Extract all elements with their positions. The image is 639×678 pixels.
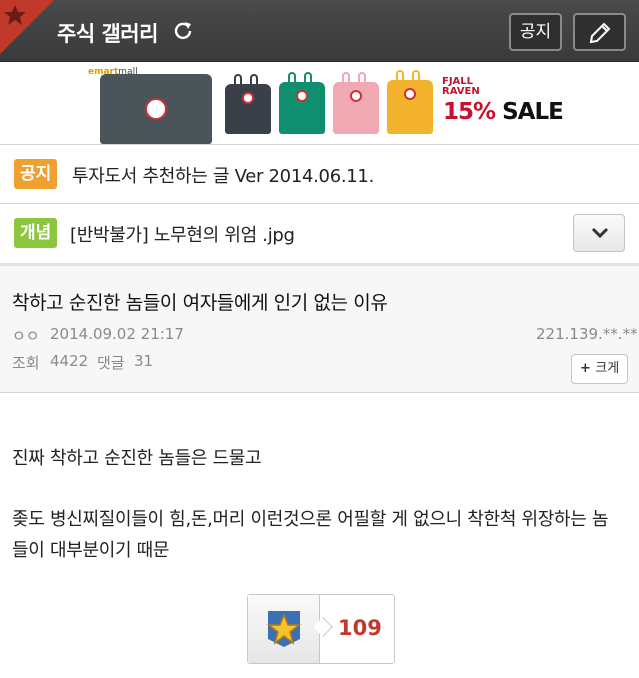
body-paragraph-1: 진짜 착하고 순진한 놈들은 드물고 <box>12 448 262 469</box>
backpack-image-1 <box>100 74 212 144</box>
expand-notices-button[interactable] <box>573 214 625 252</box>
views-count: 4422 <box>50 352 89 370</box>
ad-banner[interactable]: emartmall FJALL RAVEN 15% SALE <box>0 62 639 144</box>
recommend-button[interactable]: 109 <box>247 594 395 664</box>
post-body: 진짜 착하고 순진한 놈들은 드물고 좆도 병신찌질이들이 힘,돈,머리 이런것… <box>0 393 639 678</box>
favorite-star-icon[interactable] <box>0 0 54 54</box>
page-title[interactable]: 주식 갤러리 <box>57 18 158 48</box>
backpack-image-2 <box>225 74 271 134</box>
post-ip: 221.139.**.** <box>536 325 638 343</box>
concept-row[interactable]: 개념 [반박불가] 노무현의 위엄 .jpg <box>0 203 639 263</box>
views-label: 조회 <box>12 354 40 372</box>
star-icon <box>266 611 302 647</box>
post-title: 착하고 순진한 놈들이 여자들에게 인기 없는 이유 <box>12 292 388 314</box>
concept-title[interactable]: [반박불가] 노무현의 위엄 .jpg <box>70 221 295 247</box>
notice-row[interactable]: 공지 투자도서 추천하는 글 Ver 2014.06.11. <box>0 144 639 203</box>
write-button[interactable] <box>573 13 626 51</box>
body-paragraph-2-line-1: 좆도 병신찌질이들이 힘,돈,머리 이런것으론 어필할 게 없으니 착한척 위장… <box>12 509 609 530</box>
bigger-label: 크게 <box>595 361 620 376</box>
top-bar: 주식 갤러리 공지 <box>0 0 639 62</box>
post-header: 착하고 순진한 놈들이 여자들에게 인기 없는 이유 ㅇㅇ 2014.09.02… <box>0 263 639 393</box>
backpack-image-3 <box>279 72 325 134</box>
font-bigger-button[interactable]: + 크게 <box>571 354 628 384</box>
pencil-icon <box>589 22 611 44</box>
chevron-down-icon <box>591 227 609 239</box>
brand-logo: FJALL RAVEN <box>442 76 480 97</box>
recommend-count: 109 <box>338 616 382 640</box>
backpack-image-4 <box>333 72 379 134</box>
notice-button[interactable]: 공지 <box>509 13 562 51</box>
post-author[interactable]: ㅇㅇ <box>12 325 40 346</box>
notice-title[interactable]: 투자도서 추천하는 글 Ver 2014.06.11. <box>72 162 374 188</box>
body-paragraph-2-line-2: 들이 대부분이기 때문 <box>12 540 170 561</box>
comments-count[interactable]: 31 <box>134 352 153 370</box>
sale-text: 15% SALE <box>443 99 564 125</box>
recommend-star-button[interactable] <box>248 595 320 663</box>
concept-tag: 개념 <box>14 218 58 248</box>
backpack-image-5 <box>387 70 433 134</box>
post-date: 2014.09.02 21:17 <box>50 325 184 343</box>
notice-tag: 공지 <box>14 159 58 189</box>
comments-label[interactable]: 댓글 <box>97 352 125 373</box>
plus-icon: + <box>579 361 596 376</box>
refresh-icon[interactable] <box>173 20 193 40</box>
